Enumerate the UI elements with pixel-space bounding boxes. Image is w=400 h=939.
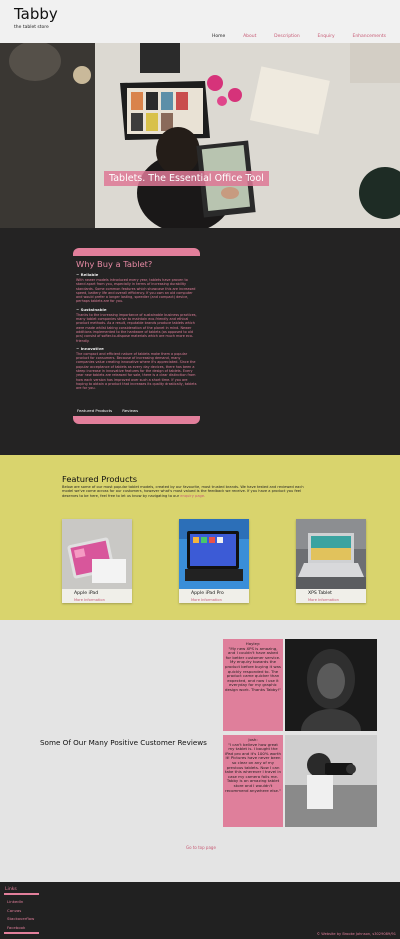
product-card-ipad[interactable]: Apple iPad More Information bbox=[62, 519, 132, 603]
sustainable-text: Thanks to the increasing importance of s… bbox=[76, 312, 197, 343]
footer-divider bbox=[4, 893, 39, 895]
product-name: Apple iPad Pro bbox=[191, 591, 224, 596]
innovative-title: ~ Innovative bbox=[76, 345, 104, 351]
footer-link-facebook[interactable]: Facebook bbox=[7, 925, 25, 930]
nav-enhancements[interactable]: Enhancements bbox=[352, 34, 386, 40]
site-title[interactable]: Tabby bbox=[14, 5, 58, 23]
reliable-title: ~ Reliable bbox=[76, 272, 99, 277]
review-card-josh: Josh: "I can't believe how great my tabl… bbox=[223, 735, 283, 827]
footer-link-canvas[interactable]: Canvas bbox=[7, 908, 21, 913]
hero-title: Tablets. The Essential Office Tool bbox=[104, 171, 269, 186]
footer-link-linkedin[interactable]: LinkedIn bbox=[7, 899, 23, 904]
footer-link-stackoverflow[interactable]: Stackoverflow bbox=[7, 916, 34, 921]
featured-description: Below are some of our most popular table… bbox=[62, 485, 304, 498]
tab-reviews[interactable]: Reviews bbox=[122, 408, 138, 413]
product-name: Apple iPad bbox=[74, 591, 99, 596]
nav-home[interactable]: Home bbox=[212, 34, 225, 40]
ipad-image bbox=[62, 519, 132, 589]
go-to-top-link[interactable]: Go to top page bbox=[186, 845, 216, 850]
innovative-text: The compact and efficient nature of tabl… bbox=[76, 351, 197, 391]
site-header: Tabby the tablet store Home About Descri… bbox=[0, 0, 400, 43]
page: Tabby the tablet store Home About Descri… bbox=[0, 0, 400, 939]
reviews-heading: Some Of Our Many Positive Customer Revie… bbox=[40, 738, 207, 747]
tab-featured-products[interactable]: Featured Products bbox=[77, 408, 112, 413]
more-info-link[interactable]: More Information bbox=[191, 598, 222, 602]
product-name: XPS Tablet bbox=[308, 591, 332, 596]
why-heading: Why Buy a Tablet? bbox=[76, 259, 153, 269]
more-info-link[interactable]: More Information bbox=[74, 598, 105, 602]
reviewer-photo-josh bbox=[285, 735, 377, 827]
reviews-section: Some Of Our Many Positive Customer Revie… bbox=[0, 620, 400, 882]
reviewer-photo-hayley bbox=[285, 639, 377, 731]
footer-divider bbox=[4, 932, 39, 934]
site-footer: Links LinkedIn Canvas Stackoverflow Face… bbox=[0, 882, 400, 939]
review-card-hayley: Hayley: "My new XPS is amazing, and I co… bbox=[223, 639, 283, 731]
reliable-text: With newer models introduced every year,… bbox=[76, 278, 196, 304]
product-card-ipad-pro[interactable]: Apple iPad Pro More Information bbox=[179, 519, 249, 603]
ipad-pro-image bbox=[179, 519, 249, 589]
why-card: Why Buy a Tablet? ~ Reliable With newer … bbox=[73, 248, 200, 424]
nav-about[interactable]: About bbox=[243, 34, 256, 40]
sustainable-title: ~ Sustainable bbox=[76, 306, 107, 312]
more-info-link[interactable]: More Information bbox=[308, 598, 339, 602]
copyright-text: © Website by Brooke Johnson, s3029089/91 bbox=[316, 932, 396, 936]
review-text: "I can't believe how great my tablet is.… bbox=[225, 741, 281, 793]
section-tabs: Featured Products Reviews bbox=[77, 408, 138, 413]
featured-section: Featured Products Below are some of our … bbox=[0, 455, 400, 620]
why-section: Why Buy a Tablet? ~ Reliable With newer … bbox=[0, 228, 400, 666]
hero-image bbox=[0, 43, 400, 228]
footer-links-label: Links bbox=[5, 887, 17, 892]
nav-description[interactable]: Description bbox=[274, 34, 300, 40]
review-text: "My new XPS is amazing, and I couldn't h… bbox=[225, 645, 281, 692]
hero-banner: Tablets. The Essential Office Tool bbox=[0, 43, 400, 228]
featured-heading: Featured Products bbox=[62, 474, 138, 484]
enquiry-link[interactable]: enquiry page. bbox=[180, 494, 205, 498]
nav-enquiry[interactable]: Enquiry bbox=[318, 34, 335, 40]
main-nav: Home About Description Enquiry Enhanceme… bbox=[212, 34, 400, 40]
xps-tablet-image bbox=[296, 519, 366, 589]
site-subtitle: the tablet store bbox=[14, 25, 49, 30]
product-card-xps[interactable]: XPS Tablet More Information bbox=[296, 519, 366, 603]
